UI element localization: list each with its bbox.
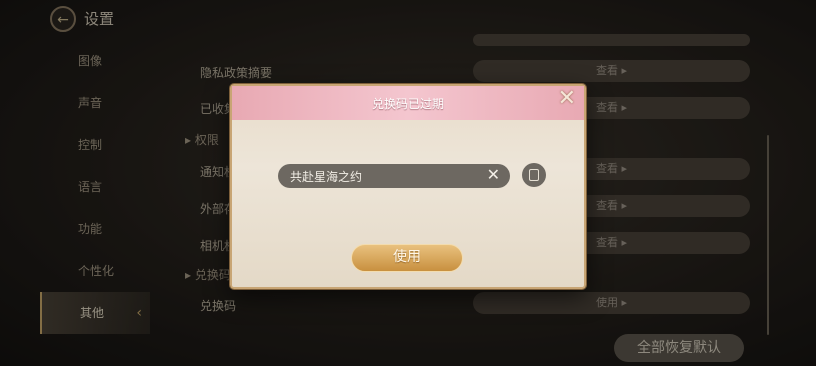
clear-icon[interactable]: ✕ [487, 165, 500, 184]
close-icon[interactable]: ✕ [558, 88, 576, 110]
redeem-code-input[interactable]: 共赴星海之约 ✕ [278, 164, 510, 188]
use-button[interactable]: 使用 [351, 244, 463, 272]
dialog-title: 兑换码已过期 [371, 97, 444, 111]
redeem-code-value: 共赴星海之约 [290, 170, 363, 184]
clipboard-icon[interactable] [522, 163, 546, 187]
redeem-code-dialog: 兑换码已过期 ✕ 共赴星海之约 ✕ 使用 [230, 84, 586, 289]
